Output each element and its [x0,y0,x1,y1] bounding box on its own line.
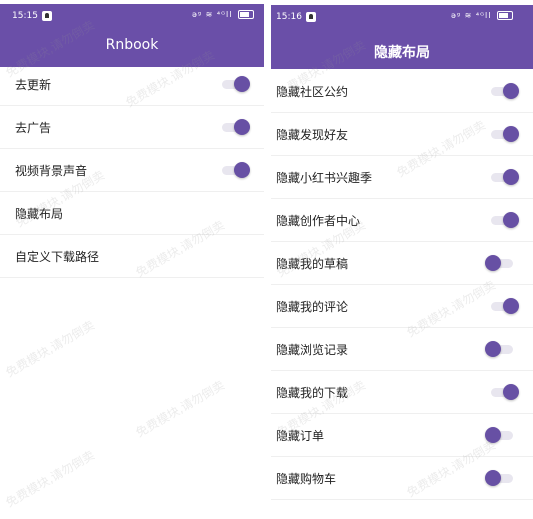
toggle-switch[interactable] [222,162,250,178]
switch-thumb [503,298,519,314]
list-item-label: 隐藏创作者中心 [276,214,361,228]
toggle-switch[interactable] [491,384,519,400]
switch-thumb [234,119,250,135]
switch-thumb [234,162,250,178]
list-item-label: 隐藏浏览记录 [276,343,349,357]
app-notification-icon [42,11,52,21]
list-item-label: 隐藏社区公约 [276,85,349,99]
app-bar: 15:15 ǝᵍ ≋ ⁴ᴳll Rnbook [0,4,264,67]
toggle-switch[interactable] [485,341,513,357]
watermark: 免费模块,请勿倒卖 [3,317,97,380]
battery-icon [497,11,513,20]
watermark: 免费模块,请勿倒卖 [3,447,97,510]
list-item-label: 自定义下载路径 [15,250,100,264]
toggle-switch[interactable] [491,83,519,99]
list-item[interactable]: 隐藏我的下载 [271,370,533,414]
list-item[interactable]: 隐藏创作者中心 [271,198,533,242]
list-item[interactable]: 隐藏我的草稿 [271,241,533,285]
list-item[interactable]: 去广告 [0,105,264,149]
list-item-label: 去广告 [15,121,52,135]
hide-layout-screen: 15:16 ǝᵍ ≋ ⁴ᴳll 隐藏布局 隐藏社区公约 隐藏发现好友隐藏小红书兴趣… [271,0,533,519]
toggle-switch[interactable] [491,212,519,228]
switch-thumb [485,255,501,271]
list-item-label: 视频背景声音 [15,164,88,178]
switch-thumb [503,169,519,185]
app-bar: 15:16 ǝᵍ ≋ ⁴ᴳll 隐藏布局 [271,5,533,69]
signal-wifi-icon: ǝᵍ ≋ ⁴ᴳll [191,10,233,19]
status-indicators: ǝᵍ ≋ ⁴ᴳll [451,11,513,20]
switch-thumb [503,83,519,99]
switch-thumb [234,76,250,92]
list-item[interactable]: 自定义下载路径 [0,234,264,278]
list-item[interactable]: 视频背景声音 [0,148,264,192]
battery-icon [238,10,254,19]
toggle-switch[interactable] [485,427,513,443]
list-item-label: 隐藏小红书兴趣季 [276,171,373,185]
page-title: 隐藏布局 [374,45,430,61]
switch-thumb [485,427,501,443]
watermark: 免费模块,请勿倒卖 [133,377,227,440]
list-item[interactable]: 隐藏订单 [271,413,533,457]
list-item-label: 隐藏我的评论 [276,300,349,314]
toggle-switch[interactable] [485,255,513,271]
list-item[interactable]: 隐藏小红书兴趣季 [271,155,533,199]
list-item-label: 隐藏我的下载 [276,386,349,400]
list-item[interactable]: 隐藏购物车 [271,456,533,500]
status-time: 15:16 [276,12,302,22]
status-time: 15:15 [12,11,38,21]
status-indicators: ǝᵍ ≋ ⁴ᴳll [192,10,254,19]
list-item[interactable]: 隐藏布局 [0,191,264,235]
signal-wifi-icon: ǝᵍ ≋ ⁴ᴳll [450,11,492,20]
switch-thumb [485,341,501,357]
list-item-label: 隐藏订单 [276,429,325,443]
list-item-label: 隐藏我的草稿 [276,257,349,271]
list-item-label: 隐藏布局 [15,207,64,221]
toggle-switch[interactable] [491,298,519,314]
list-item[interactable]: 隐藏我的评论 [271,284,533,328]
toggle-switch[interactable] [491,169,519,185]
toggle-switch[interactable] [222,119,250,135]
toggle-switch[interactable] [222,76,250,92]
main-settings-screen: 15:15 ǝᵍ ≋ ⁴ᴳll Rnbook 去更新去广告视频背景声音 隐藏布局自… [0,0,264,519]
toggle-switch[interactable] [491,126,519,142]
list-item[interactable]: 隐藏发现好友 [271,112,533,156]
list-item-label: 隐藏购物车 [276,472,337,486]
switch-thumb [485,470,501,486]
switch-thumb [503,212,519,228]
list-item-label: 隐藏发现好友 [276,128,349,142]
toggle-switch[interactable] [485,470,513,486]
page-title: Rnbook [105,37,159,53]
list-item[interactable]: 隐藏浏览记录 [271,327,533,371]
app-notification-icon [306,12,316,22]
switch-thumb [503,126,519,142]
list-item-label: 去更新 [15,78,52,92]
list-item[interactable]: 隐藏社区公约 [271,69,533,113]
switch-thumb [503,384,519,400]
list-item[interactable]: 去更新 [0,62,264,106]
